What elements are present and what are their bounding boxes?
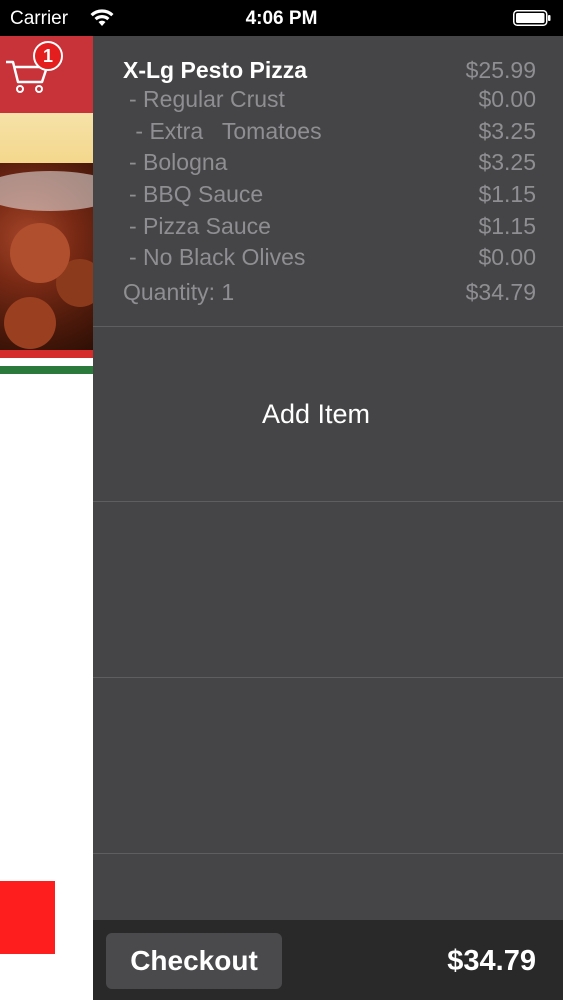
option-label: - No Black Olives	[129, 244, 306, 270]
option-price: $0.00	[478, 86, 536, 112]
cart-button[interactable]: 1	[0, 36, 93, 113]
option-price: $3.25	[478, 118, 536, 144]
item-option-row: - Extra Tomatoes $3.25	[93, 118, 563, 148]
item-option-row: - No Black Olives $0.00	[93, 244, 563, 274]
item-option-row: - BBQ Sauce $1.15	[93, 181, 563, 211]
quantity-row: Quantity: 1 $34.79	[93, 279, 563, 309]
red-button-block[interactable]	[0, 881, 55, 954]
food-image	[0, 163, 93, 350]
cart-count-badge: 1	[33, 41, 63, 71]
clock-time: 4:06 PM	[245, 8, 318, 29]
menu-background-panel: 1	[0, 36, 93, 1000]
checkout-button[interactable]: Checkout	[106, 933, 282, 989]
item-name: X-Lg Pesto Pizza	[123, 57, 308, 83]
status-bar: Carrier 4:06 PM	[0, 0, 563, 36]
empty-row	[93, 502, 563, 676]
option-price: $3.25	[478, 149, 536, 175]
empty-row	[93, 678, 563, 852]
cart-drawer: X-Lg Pesto Pizza $25.99 - Regular Crust …	[93, 36, 563, 1000]
option-price: $1.15	[478, 213, 536, 239]
quantity-label: Quantity: 1	[123, 279, 235, 305]
add-item-button[interactable]: Add Item	[93, 327, 563, 501]
menu-banner	[0, 113, 93, 163]
item-option-row: - Regular Crust $0.00	[93, 86, 563, 116]
flag-stripe-red	[0, 350, 93, 358]
option-label: - BBQ Sauce	[129, 181, 264, 207]
battery-icon	[513, 10, 551, 26]
item-option-row: - Pizza Sauce $1.15	[93, 213, 563, 243]
item-price: $25.99	[465, 57, 536, 83]
option-price: $1.15	[478, 181, 536, 207]
order-item[interactable]: X-Lg Pesto Pizza $25.99 - Regular Crust …	[93, 36, 563, 326]
item-title-row: X-Lg Pesto Pizza $25.99	[93, 57, 563, 87]
flag-stripe-white	[0, 358, 93, 366]
order-total: $34.79	[447, 945, 536, 977]
checkout-footer: Checkout $34.79	[93, 920, 563, 1000]
item-option-row: - Bologna $3.25	[93, 149, 563, 179]
line-total: $34.79	[465, 279, 536, 305]
add-item-label: Add Item	[261, 399, 371, 429]
option-label: - Bologna	[129, 149, 228, 175]
option-label: - Pizza Sauce	[129, 213, 271, 239]
option-label: - Extra Tomatoes	[129, 118, 322, 144]
row-divider	[93, 853, 563, 854]
option-label: - Regular Crust	[129, 86, 285, 112]
option-price: $0.00	[478, 244, 536, 270]
flag-stripe-green	[0, 366, 93, 374]
